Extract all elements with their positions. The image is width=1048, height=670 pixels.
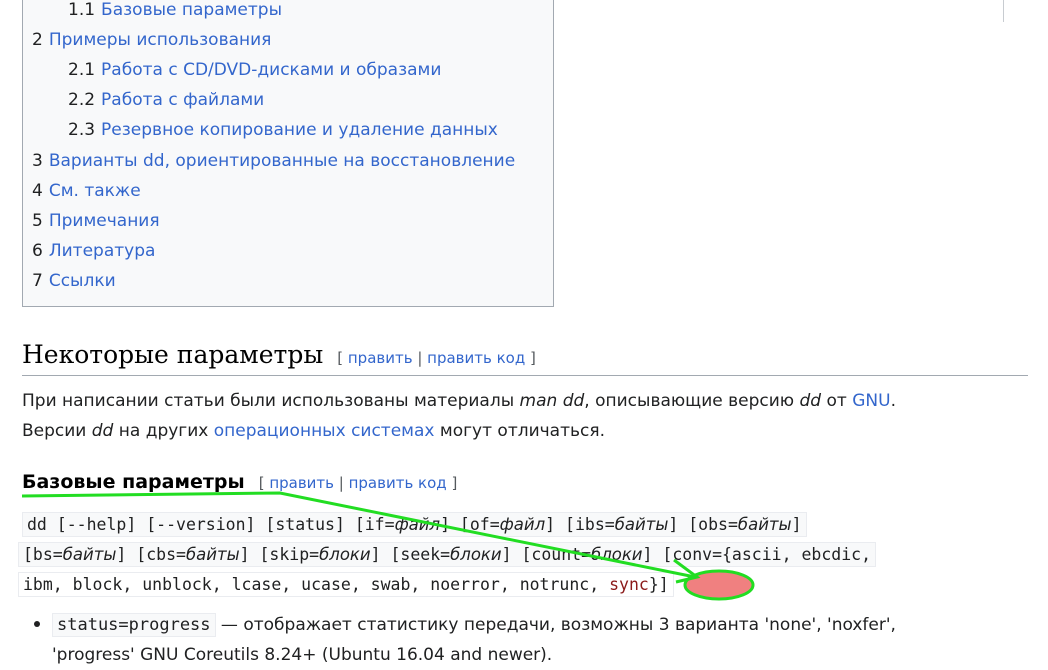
bullet-text-2: 'progress' GNU Coreutils 8.24+ (Ubuntu 1…	[52, 645, 553, 665]
toc-item[interactable]: 2.3 Резервное копирование и удаление данн…	[68, 120, 498, 140]
toc-label: Работа с CD/DVD-дисками и образами	[101, 60, 442, 81]
toc-number: 2.3	[68, 120, 96, 141]
status-code: status=progress	[52, 613, 216, 637]
subsection-heading: Базовые параметры[ править | править код…	[22, 471, 458, 493]
syntax-line-3: ibm, block, unblock, lcase, ucase, swab,…	[18, 572, 674, 597]
toc-number: 5	[32, 210, 43, 231]
toc-label: Примечания	[48, 210, 160, 231]
toc-label: Резервное копирование и удаление данных	[101, 120, 498, 141]
divider	[1003, 0, 1004, 22]
toc-label: Базовые параметры	[101, 0, 283, 20]
os-link[interactable]: операционных системах	[214, 421, 435, 441]
intro-line-1: При написании статьи были использованы м…	[22, 391, 896, 411]
sub-edit-link[interactable]: править	[269, 474, 334, 492]
toc-number: 2.2	[68, 90, 96, 111]
sync-option: sync	[609, 575, 649, 594]
intro-line-2: Версии dd на других операционных система…	[22, 421, 605, 441]
section-title: Некоторые параметры	[22, 340, 324, 369]
toc-number: 7	[32, 270, 43, 291]
toc-label: Варианты dd, ориентированные на восстано…	[48, 150, 516, 171]
toc-label: Примеры использования	[48, 30, 272, 51]
edit-code-link[interactable]: править код	[427, 349, 525, 367]
toc-item[interactable]: 2 Примеры использования	[32, 30, 271, 50]
toc-item[interactable]: 7 Ссылки	[32, 271, 116, 291]
toc-label: Литература	[48, 240, 156, 261]
edit-link[interactable]: править	[348, 349, 413, 367]
syntax-line-1: dd [--help] [--version] [status] [if=фай…	[22, 512, 807, 537]
section-heading: Некоторые параметры[ править | править к…	[22, 340, 536, 369]
toc-item[interactable]: 5 Примечания	[32, 211, 160, 231]
toc-item[interactable]: 1.1 Базовые параметры	[68, 0, 282, 20]
toc-item[interactable]: 2.1 Работа с CD/DVD-дисками и образами	[68, 60, 441, 80]
heading-rule	[22, 375, 1028, 376]
toc-number: 6	[32, 240, 43, 261]
toc-number: 4	[32, 180, 43, 201]
bullet	[34, 621, 40, 627]
toc-label: Работа с файлами	[101, 90, 265, 111]
toc-item[interactable]: 6 Литература	[32, 241, 155, 261]
toc-number: 2	[32, 30, 43, 51]
highlight-ellipse	[685, 571, 753, 599]
syntax-line-2: [bs=байты] [cbs=байты] [skip=блоки] [see…	[18, 542, 877, 567]
sub-edit-code-link[interactable]: править код	[349, 474, 447, 492]
toc-item[interactable]: 4 См. также	[32, 181, 141, 201]
toc-item[interactable]: 3 Варианты dd, ориентированные на восстан…	[32, 151, 515, 171]
toc-number: 2.1	[68, 60, 96, 81]
bullet-text: status=progress — отображает статистику …	[52, 610, 896, 640]
gnu-link[interactable]: GNU	[852, 391, 890, 411]
toc-item[interactable]: 2.2 Работа с файлами	[68, 90, 264, 110]
toc-number: 1.1	[68, 0, 96, 20]
toc-number: 3	[32, 150, 43, 171]
toc-label: Ссылки	[48, 270, 116, 291]
toc-label: См. также	[48, 180, 141, 201]
